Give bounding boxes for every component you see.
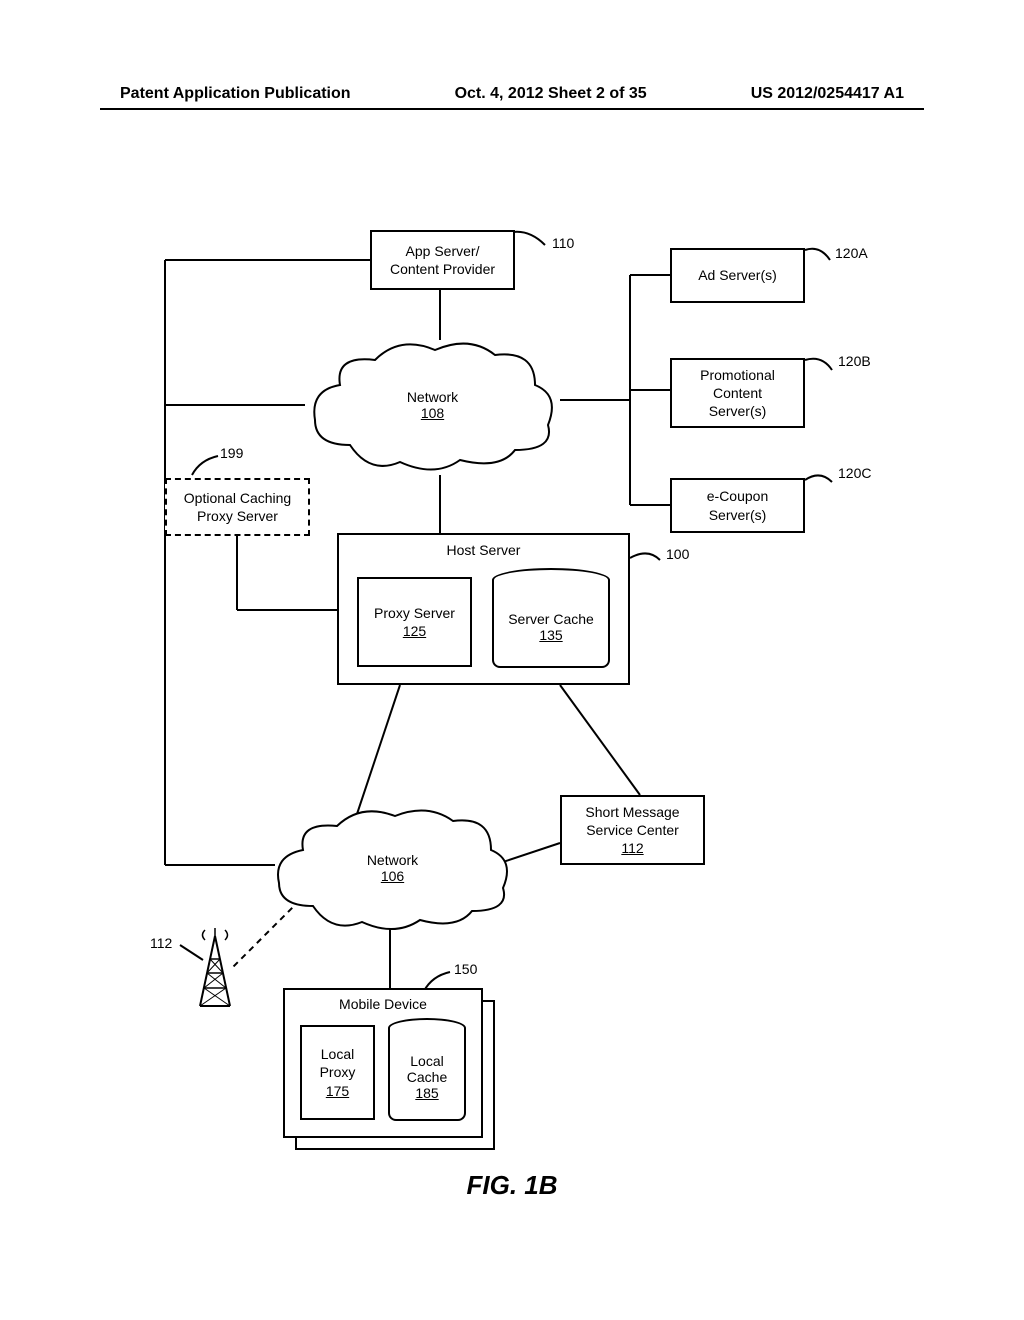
proxy-server-ref: 125 xyxy=(403,622,426,640)
network-108-label: Network xyxy=(407,389,458,405)
diagram-container: App Server/ Content Provider 110 Ad Serv… xyxy=(0,200,1024,1180)
caching-proxy-label-1: Optional Caching xyxy=(184,489,291,507)
caching-proxy-box: Optional Caching Proxy Server xyxy=(165,478,310,536)
local-cache-cylinder: Local Cache 185 xyxy=(388,1018,466,1123)
promo-label-1: Promotional xyxy=(700,366,775,384)
server-cache-cylinder: Server Cache 135 xyxy=(492,568,610,668)
network-106-label: Network xyxy=(367,852,418,868)
ref-150: 150 xyxy=(454,961,477,977)
local-cache-label-2: Cache xyxy=(407,1069,447,1085)
smsc-ref: 112 xyxy=(621,839,643,857)
ecoupon-label-2: Server(s) xyxy=(709,506,767,524)
app-server-label-2: Content Provider xyxy=(390,260,495,278)
proxy-server-label: Proxy Server xyxy=(374,604,455,622)
local-proxy-label-2: Proxy xyxy=(320,1063,356,1081)
ad-server-box: Ad Server(s) xyxy=(670,248,805,303)
local-proxy-label-1: Local xyxy=(321,1045,354,1063)
smsc-box: Short Message Service Center 112 xyxy=(560,795,705,865)
promo-label-2: Content xyxy=(713,384,762,402)
smsc-label-1: Short Message xyxy=(585,803,679,821)
mobile-device-title: Mobile Device xyxy=(339,995,427,1013)
host-server-title: Host Server xyxy=(447,541,521,559)
network-108-cloud: Network 108 xyxy=(300,330,565,480)
ref-120b: 120B xyxy=(838,353,871,369)
app-server-label-1: App Server/ xyxy=(406,242,480,260)
header-center: Oct. 4, 2012 Sheet 2 of 35 xyxy=(455,85,647,103)
caching-proxy-label-2: Proxy Server xyxy=(197,507,278,525)
server-cache-label: Server Cache xyxy=(508,611,594,627)
figure-label: FIG. 1B xyxy=(0,1170,1024,1201)
network-106-cloud: Network 106 xyxy=(265,798,520,938)
ref-110: 110 xyxy=(552,235,574,251)
smsc-label-2: Service Center xyxy=(586,821,679,839)
cell-tower-icon xyxy=(190,926,240,1011)
ref-199: 199 xyxy=(220,445,243,461)
proxy-server-box: Proxy Server 125 xyxy=(357,577,472,667)
ad-server-label: Ad Server(s) xyxy=(698,266,777,284)
network-106-ref: 106 xyxy=(367,868,418,884)
promo-label-3: Server(s) xyxy=(709,402,767,420)
local-proxy-ref: 175 xyxy=(326,1082,349,1100)
header-left: Patent Application Publication xyxy=(120,85,351,103)
ref-100: 100 xyxy=(666,546,689,562)
app-server-box: App Server/ Content Provider xyxy=(370,230,515,290)
ecoupon-label-1: e-Coupon xyxy=(707,487,769,505)
network-108-ref: 108 xyxy=(407,405,458,421)
ref-112-tower: 112 xyxy=(150,935,172,951)
header-rule xyxy=(100,108,924,110)
promo-server-box: Promotional Content Server(s) xyxy=(670,358,805,428)
header-right: US 2012/0254417 A1 xyxy=(751,85,904,103)
ref-120a: 120A xyxy=(835,245,868,261)
ref-120c: 120C xyxy=(838,465,871,481)
local-cache-label-1: Local xyxy=(410,1053,443,1069)
ecoupon-server-box: e-Coupon Server(s) xyxy=(670,478,805,533)
local-proxy-box: Local Proxy 175 xyxy=(300,1025,375,1120)
server-cache-ref: 135 xyxy=(539,627,562,643)
local-cache-ref: 185 xyxy=(415,1085,438,1101)
